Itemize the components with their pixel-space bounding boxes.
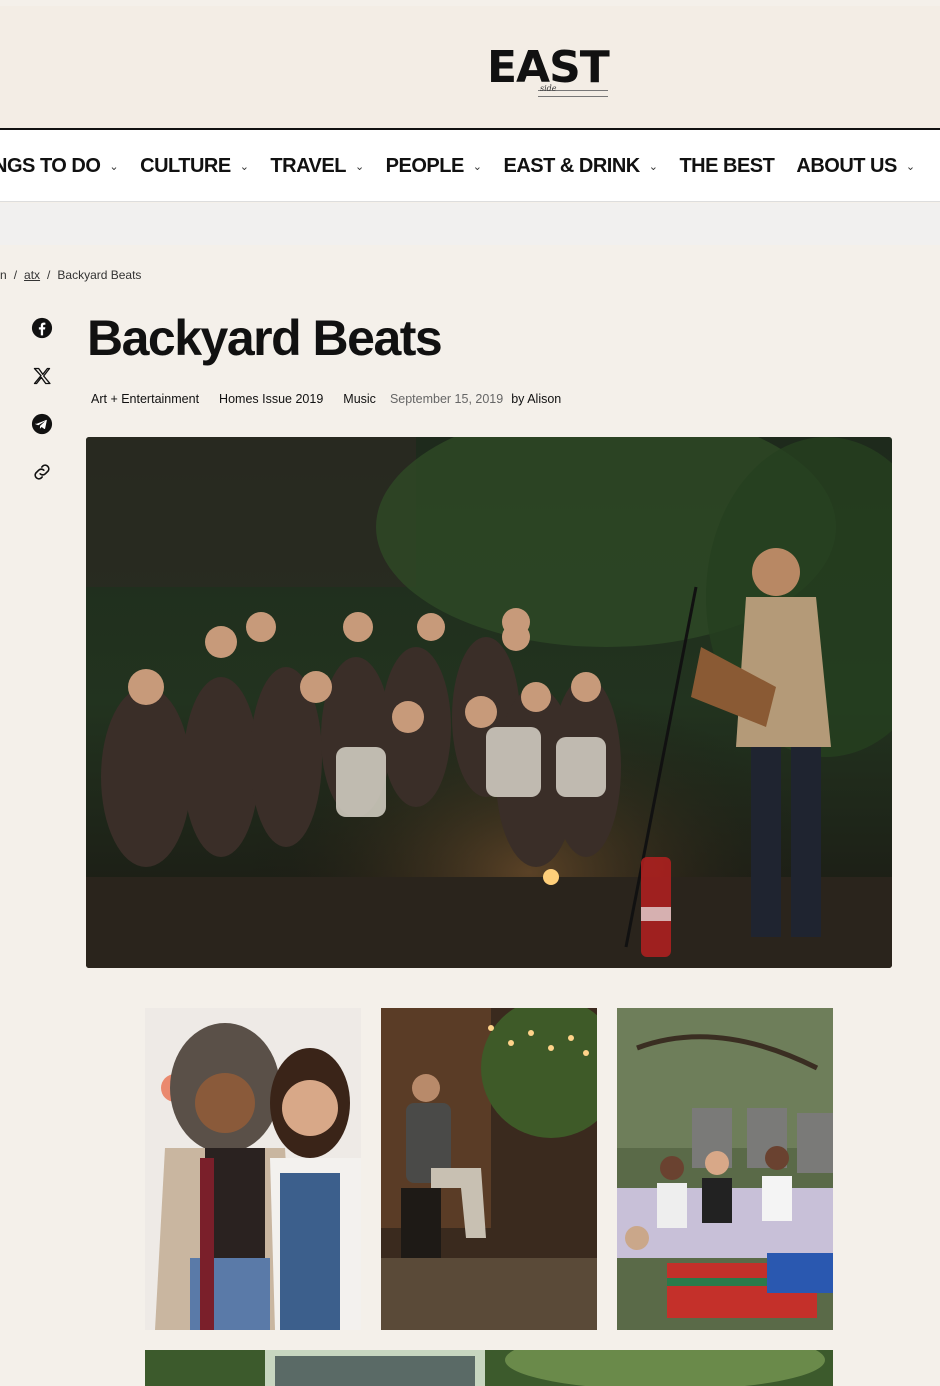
telegram-icon <box>31 413 53 435</box>
nav-spacer-band <box>0 203 940 245</box>
nav-item-culture[interactable]: CULTURE ⌄ <box>140 154 249 178</box>
gallery-image-3[interactable] <box>617 1008 833 1330</box>
logo-subtext: side <box>540 84 557 93</box>
x-icon <box>32 366 52 386</box>
article-meta: Art + Entertainment Homes Issue 2019 Mus… <box>91 392 561 406</box>
hero-image <box>86 437 892 968</box>
nav-item-travel[interactable]: TRAVEL ⌄ <box>270 154 364 178</box>
chevron-down-icon: ⌄ <box>472 160 482 173</box>
breadcrumb-separator: / <box>13 268 18 282</box>
author-link[interactable]: by Alison <box>511 392 561 406</box>
chevron-down-icon: ⌄ <box>354 160 364 173</box>
breadcrumb-link-home[interactable]: n <box>0 268 7 282</box>
share-copy-link-button[interactable] <box>26 456 58 488</box>
chevron-down-icon: ⌄ <box>239 160 249 173</box>
link-icon <box>31 461 53 483</box>
share-facebook-button[interactable] <box>26 312 58 344</box>
category-link-homes-issue[interactable]: Homes Issue 2019 <box>219 392 323 406</box>
site-header: EAST side <box>0 6 940 128</box>
nav-item-about-us[interactable]: ABOUT US ⌄ <box>796 154 915 178</box>
nav-item-label: CULTURE <box>140 154 231 177</box>
breadcrumb-current: Backyard Beats <box>57 268 142 282</box>
main-nav: INGS TO DO ⌄ CULTURE ⌄ TRAVEL ⌄ PEOPLE ⌄ EAS… <box>0 128 940 202</box>
share-telegram-button[interactable] <box>26 408 58 440</box>
share-bar <box>26 312 58 504</box>
breadcrumb-separator: / <box>47 268 51 282</box>
site-logo[interactable]: EAST side <box>480 44 620 102</box>
category-link-music[interactable]: Music <box>343 392 376 406</box>
nav-item-label: THE BEST <box>679 154 775 177</box>
chevron-down-icon: ⌄ <box>905 160 915 173</box>
nav-item-people[interactable]: PEOPLE ⌄ <box>386 155 482 178</box>
nav-item-label: TRAVEL <box>270 154 346 177</box>
gallery-image-4[interactable] <box>145 1350 833 1386</box>
gallery-image-2[interactable] <box>381 1008 597 1330</box>
chevron-down-icon: ⌄ <box>109 160 119 173</box>
breadcrumb: n / atx / Backyard Beats <box>0 268 141 282</box>
nav-item-the-best[interactable]: THE BEST <box>679 155 774 178</box>
nav-item-label: EAST & DRINK <box>503 154 641 177</box>
nav-item-label: ABOUT US <box>796 154 897 177</box>
gallery-image-1[interactable] <box>145 1008 361 1330</box>
share-x-button[interactable] <box>26 360 58 392</box>
publish-date: September 15, 2019 <box>389 392 504 406</box>
nav-item-label: INGS TO DO <box>0 154 101 177</box>
page-title: Backyard Beats <box>87 310 443 366</box>
nav-item-label: PEOPLE <box>385 154 465 177</box>
nav-item-things-to-do[interactable]: INGS TO DO ⌄ <box>0 154 119 178</box>
facebook-icon <box>31 317 53 339</box>
category-link-art-entertainment[interactable]: Art + Entertainment <box>91 392 199 406</box>
chevron-down-icon: ⌄ <box>648 160 658 173</box>
breadcrumb-link-atx[interactable]: atx <box>24 268 40 282</box>
nav-item-east-drink[interactable]: EAST & DRINK ⌄ <box>504 155 658 178</box>
